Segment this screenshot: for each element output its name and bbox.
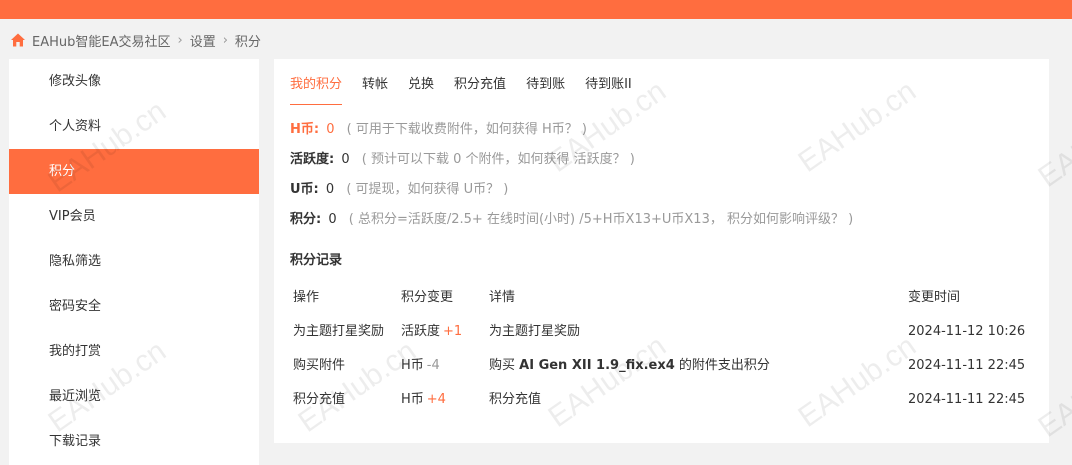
tab-pending-2[interactable]: 待到账II xyxy=(585,71,632,105)
tab-my-credits[interactable]: 我的积分 xyxy=(290,71,343,105)
tab-recharge[interactable]: 积分充值 xyxy=(454,71,506,105)
chevron-right-icon: › xyxy=(222,32,228,48)
header-change: 积分变更 xyxy=(401,290,454,305)
row-time: 2024-11-11 22:45 xyxy=(908,358,1026,373)
sidebar-item-profile[interactable]: 个人资料 xyxy=(9,104,259,149)
sidebar-item-tips[interactable]: 我的打赏 xyxy=(9,329,259,374)
tab-transfer[interactable]: 转帐 xyxy=(362,71,388,105)
table-row: 为主题打星奖励 活跃度 +1 为主题打星奖励 2024-11-12 10:26 xyxy=(290,315,1035,349)
row-detail-text: 为主题打星奖励 xyxy=(489,324,581,339)
ucoin-label: U币: xyxy=(290,182,319,197)
row-action: 为主题打星奖励 xyxy=(293,324,385,339)
activity-value: 0 xyxy=(341,152,350,167)
header-action: 操作 xyxy=(293,290,320,305)
ucoin-note: ( 可提现，如何获得 U币？ ) xyxy=(346,182,509,197)
records-title: 积分记录 xyxy=(290,253,343,268)
row-change-type: 活跃度 xyxy=(401,324,441,339)
settings-sidebar: 修改头像 个人资料 积分 VIP会员 隐私筛选 密码安全 我的打赏 最近浏览 下… xyxy=(9,59,259,465)
row-change-delta: +1 xyxy=(443,324,463,339)
sidebar-item-privacy[interactable]: 隐私筛选 xyxy=(9,239,259,284)
row-change-delta: +4 xyxy=(426,392,446,407)
tab-exchange[interactable]: 兑换 xyxy=(408,71,434,105)
row-action: 积分充值 xyxy=(293,392,346,407)
table-row: 购买附件 H币 -4 购买 AI Gen XII 1.9_fix.ex4 的附件支… xyxy=(290,349,1035,383)
row-change-type: H币 xyxy=(401,392,424,407)
total-credits-label: 积分: xyxy=(290,212,322,227)
credits-panel: 我的积分 转帐 兑换 积分充值 待到账 待到账II H币: 0 ( 可用于下载收… xyxy=(274,59,1049,443)
total-credits-line: 积分: 0 ( 总积分=活跃度/2.5+ 在线时间(小时) /5+H币X13+U… xyxy=(290,208,853,227)
sidebar-item-avatar[interactable]: 修改头像 xyxy=(9,59,259,104)
hcoin-note: ( 可用于下载收费附件，如何获得 H币？ ) xyxy=(346,122,587,137)
sidebar-item-downloads[interactable]: 下载记录 xyxy=(9,419,259,464)
table-header-row: 操作 积分变更 详情 变更时间 xyxy=(290,281,1035,315)
row-change: H币 -4 xyxy=(401,349,440,383)
breadcrumb-site-link[interactable]: EAHub智能EA交易社区 xyxy=(32,31,170,50)
row-detail-text: 购买 xyxy=(489,358,520,373)
credits-records-table: 操作 积分变更 详情 变更时间 为主题打星奖励 活跃度 +1 为主题打星奖励 20… xyxy=(290,281,1035,417)
activity-line: 活跃度: 0 ( 预计可以下载 0 个附件，如何获得 活跃度？ ) xyxy=(290,148,635,167)
sidebar-item-password[interactable]: 密码安全 xyxy=(9,284,259,329)
row-change-delta: -4 xyxy=(426,358,440,373)
total-credits-note: ( 总积分=活跃度/2.5+ 在线时间(小时) /5+H币X13+U币X13， … xyxy=(348,212,854,227)
activity-label: 活跃度: xyxy=(290,152,335,167)
activity-note: ( 预计可以下载 0 个附件，如何获得 活跃度？ ) xyxy=(361,152,635,167)
row-detail-suffix: 的附件支出积分 xyxy=(674,358,770,373)
row-change-type: H币 xyxy=(401,358,424,373)
home-icon[interactable] xyxy=(10,32,26,48)
breadcrumb: EAHub智能EA交易社区 › 设置 › 积分 xyxy=(10,30,261,50)
chevron-right-icon: › xyxy=(177,32,183,48)
hcoin-value: 0 xyxy=(326,122,335,137)
hcoin-line: H币: 0 ( 可用于下载收费附件，如何获得 H币？ ) xyxy=(290,118,587,137)
row-time: 2024-11-12 10:26 xyxy=(908,324,1026,339)
breadcrumb-settings-link[interactable]: 设置 xyxy=(190,31,216,50)
sidebar-item-vip[interactable]: VIP会员 xyxy=(9,194,259,239)
ucoin-line: U币: 0 ( 可提现，如何获得 U币？ ) xyxy=(290,178,508,197)
row-change: H币 +4 xyxy=(401,383,446,417)
header-time: 变更时间 xyxy=(908,290,961,305)
total-credits-value: 0 xyxy=(328,212,337,227)
tab-pending[interactable]: 待到账 xyxy=(526,71,565,105)
breadcrumb-current: 积分 xyxy=(234,34,261,50)
sidebar-item-credits[interactable]: 积分 xyxy=(9,149,259,194)
row-detail: 购买 AI Gen XII 1.9_fix.ex4 的附件支出积分 xyxy=(489,349,770,383)
ucoin-value: 0 xyxy=(325,182,335,197)
row-detail-filename[interactable]: AI Gen XII 1.9_fix.ex4 xyxy=(519,358,675,373)
hcoin-label: H币: xyxy=(290,122,320,137)
top-nav-bar xyxy=(0,0,1072,19)
row-detail: 为主题打星奖励 xyxy=(489,315,580,349)
row-time: 2024-11-11 22:45 xyxy=(908,392,1026,407)
row-detail-text: 积分充值 xyxy=(489,392,542,407)
row-change: 活跃度 +1 xyxy=(401,315,462,349)
row-detail: 积分充值 xyxy=(489,383,541,417)
table-row: 积分充值 H币 +4 积分充值 2024-11-11 22:45 xyxy=(290,383,1035,417)
header-detail: 详情 xyxy=(489,290,516,305)
credits-tabs: 我的积分 转帐 兑换 积分充值 待到账 待到账II xyxy=(290,71,652,105)
sidebar-item-recent[interactable]: 最近浏览 xyxy=(9,374,259,419)
row-action: 购买附件 xyxy=(293,358,346,373)
